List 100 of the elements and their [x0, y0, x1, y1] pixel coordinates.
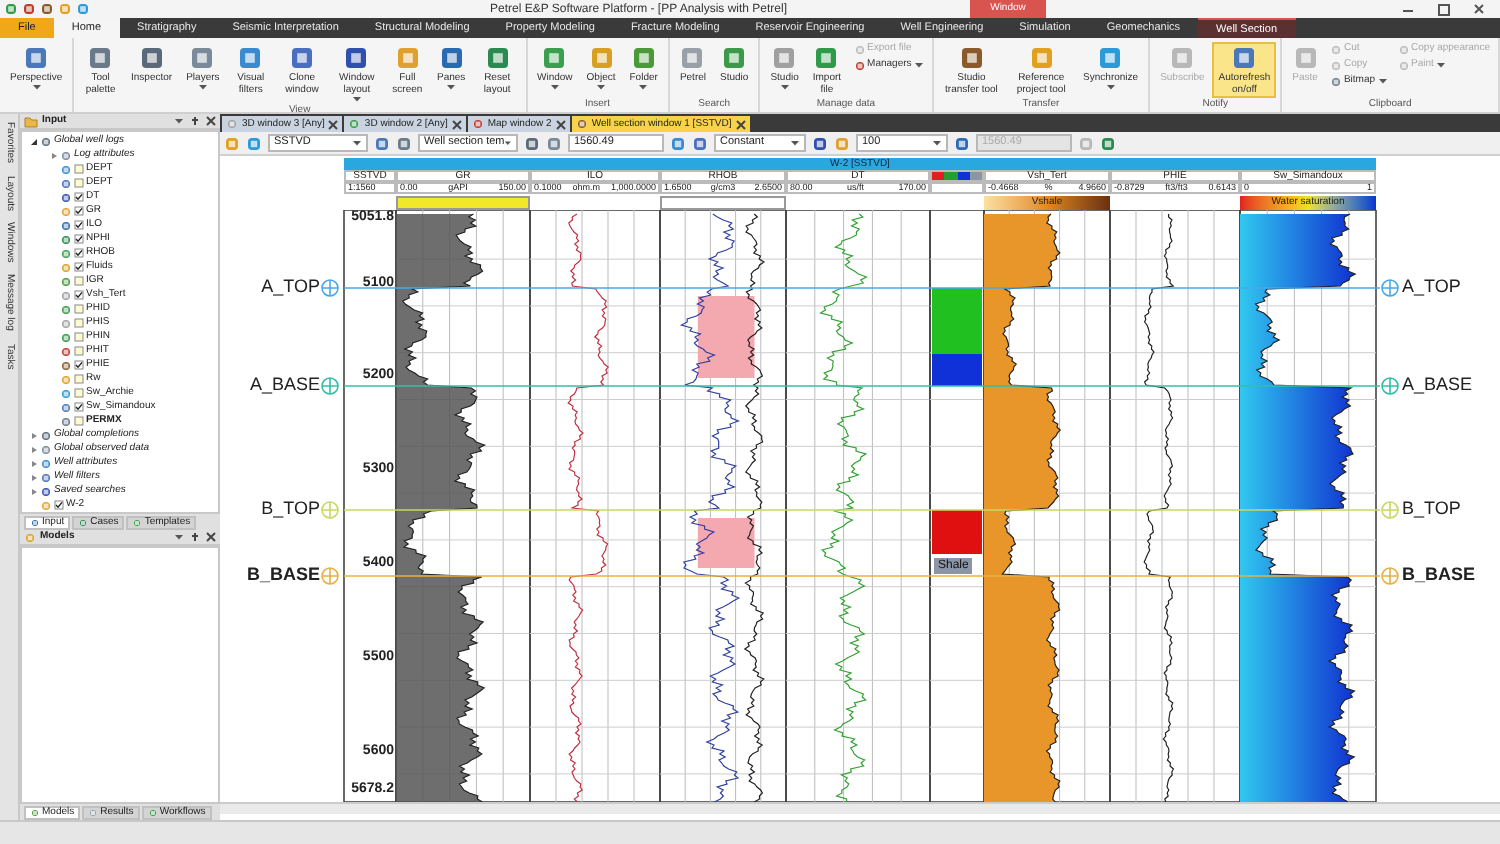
checkbox[interactable]: [74, 402, 84, 412]
tile-icon: [30, 808, 40, 818]
checkbox[interactable]: [74, 318, 84, 328]
marker-label: B_TOP: [1402, 500, 1461, 518]
checkbox[interactable]: [74, 290, 84, 300]
tile-icon: [40, 135, 52, 147]
checkbox[interactable]: [74, 276, 84, 286]
tile-icon: [1293, 46, 1318, 70]
maximize-icon[interactable]: [1438, 3, 1450, 15]
tile-icon: [224, 135, 240, 151]
checkbox[interactable]: [74, 416, 84, 426]
expand-arrow-icon[interactable]: [30, 431, 38, 439]
tile-icon: [1098, 46, 1123, 70]
tile-icon: [722, 46, 747, 70]
checkbox[interactable]: [74, 346, 84, 356]
tile-icon: [631, 46, 656, 70]
tile-icon: [812, 135, 828, 151]
tile-icon: [1078, 135, 1094, 151]
checkbox[interactable]: [74, 164, 84, 174]
horizontal-scrollbar[interactable]: [220, 802, 1500, 814]
tile-icon: [132, 518, 143, 528]
tile-icon: [396, 135, 412, 151]
tile-icon: [88, 46, 113, 70]
pin-icon[interactable]: [190, 532, 200, 542]
tile-icon: [680, 46, 705, 70]
marker-label: B_BASE: [1402, 566, 1476, 584]
tile-icon: [1329, 75, 1342, 87]
close-icon[interactable]: [328, 119, 339, 129]
checkbox[interactable]: [74, 192, 84, 202]
tile-icon: [853, 59, 866, 71]
tile-icon: [692, 135, 708, 151]
tile-icon: [238, 46, 263, 70]
tile-icon: [147, 808, 158, 818]
tile-icon: [190, 46, 215, 70]
pin-icon[interactable]: [190, 116, 200, 126]
tile-icon: [395, 46, 420, 70]
checkbox[interactable]: [74, 178, 84, 188]
marker-label: A_BASE: [249, 376, 320, 394]
close-icon[interactable]: [735, 119, 746, 129]
tile-icon: [485, 46, 510, 70]
tile-icon: [226, 118, 238, 130]
tile-icon: [78, 518, 89, 528]
expand-arrow-icon[interactable]: [30, 487, 38, 495]
tile-icon: [814, 46, 839, 70]
tile-icon: [290, 46, 314, 70]
tile-icon: [670, 135, 686, 151]
checkbox[interactable]: [74, 262, 84, 272]
tile-icon: [24, 531, 36, 543]
close-icon[interactable]: [206, 116, 216, 126]
marker-label: B_BASE: [246, 566, 320, 584]
caret-icon: [504, 140, 512, 146]
expand-arrow-icon[interactable]: [50, 151, 58, 159]
checkbox[interactable]: [74, 304, 84, 314]
tile-icon: [546, 135, 562, 151]
close-icon[interactable]: [451, 119, 462, 129]
caret-icon: [352, 140, 362, 146]
tile-icon: [348, 118, 361, 130]
checkbox[interactable]: [54, 500, 64, 510]
expand-arrow-icon[interactable]: [30, 445, 38, 453]
checkbox[interactable]: [74, 332, 84, 342]
curve-fill: [697, 296, 755, 378]
expand-arrow-icon[interactable]: [30, 473, 38, 481]
tile-icon: [954, 135, 970, 151]
checkbox[interactable]: [74, 206, 84, 216]
collapse-arrow-icon[interactable]: [30, 137, 38, 145]
close-icon[interactable]: [206, 532, 216, 542]
tile-icon: [439, 46, 464, 70]
legend-bar: [396, 195, 530, 209]
tile-icon: [139, 46, 164, 70]
tile-icon: [1329, 59, 1342, 71]
checkbox[interactable]: [74, 234, 84, 244]
marker-label: A_TOP: [1402, 278, 1461, 296]
close-icon[interactable]: [555, 119, 566, 129]
checkbox[interactable]: [74, 248, 84, 258]
tile-icon: [88, 808, 99, 818]
tile-icon: [471, 118, 484, 130]
tile-icon: [542, 46, 567, 70]
close-icon[interactable]: [1474, 4, 1484, 14]
checkbox[interactable]: [74, 388, 84, 398]
tile-icon: [1100, 135, 1116, 151]
tile-icon: [1232, 46, 1257, 70]
tile-icon: [575, 118, 588, 130]
marker-label: B_TOP: [261, 500, 320, 518]
checkbox[interactable]: [74, 360, 84, 370]
tile-icon: [772, 46, 797, 70]
tile-icon: [589, 46, 614, 70]
tile-icon: [853, 43, 866, 55]
curve-fill: [697, 518, 755, 568]
caret-icon: [174, 534, 184, 540]
expand-arrow-icon[interactable]: [30, 459, 38, 467]
legend-bar: [660, 195, 786, 209]
checkbox[interactable]: [74, 374, 84, 384]
marker-label: A_BASE: [1402, 376, 1473, 394]
tile-icon: [374, 135, 390, 151]
tile-icon: [834, 135, 850, 151]
tile-icon: [24, 46, 49, 70]
checkbox[interactable]: [74, 220, 84, 230]
tile-icon: [344, 46, 369, 70]
tile-icon: [1329, 43, 1342, 55]
tile-icon: [1170, 46, 1195, 70]
